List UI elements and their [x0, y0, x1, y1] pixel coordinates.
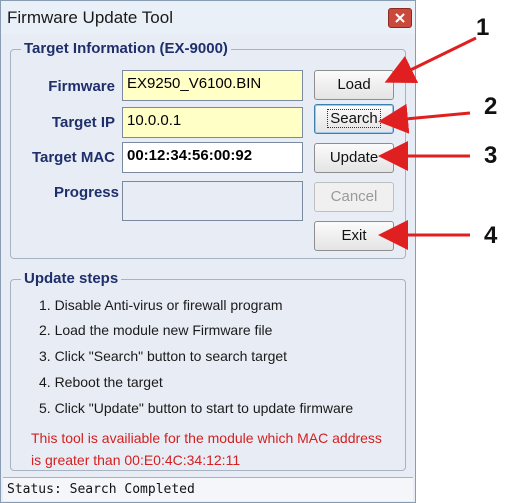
close-button[interactable] — [388, 8, 412, 28]
step-item: 1. Disable Anti-virus or firewall progra… — [39, 297, 283, 313]
mac-note-line2: is greater than 00:E0:4C:34:12:11 — [31, 452, 241, 468]
update-steps-legend: Update steps — [21, 270, 122, 287]
cancel-button-label: Cancel — [330, 188, 378, 205]
step-item: 2. Load the module new Firmware file — [39, 322, 273, 338]
target-mac-field[interactable]: 00:12:34:56:00:92 — [122, 142, 303, 173]
target-mac-label: Target MAC — [31, 149, 115, 166]
exit-button[interactable]: Exit — [314, 221, 394, 251]
target-ip-field[interactable]: 10.0.0.1 — [122, 107, 303, 138]
callout-number: 4 — [484, 222, 498, 249]
mac-note-line1: This tool is availiable for the module w… — [31, 430, 382, 446]
search-button[interactable]: Search — [314, 104, 394, 134]
search-button-label: Search — [327, 109, 381, 128]
progress-label: Progress — [53, 184, 119, 201]
step-item: 4. Reboot the target — [39, 374, 163, 390]
firmware-field[interactable]: EX9250_V6100.BIN — [122, 70, 303, 101]
cancel-button[interactable]: Cancel — [314, 182, 394, 212]
firmware-label: Firmware — [48, 78, 115, 95]
callout-number: 2 — [484, 93, 498, 120]
status-bar: Status: Search Completed — [3, 477, 413, 501]
exit-button-label: Exit — [341, 227, 367, 244]
firmware-update-window: Firmware Update Tool Target Information … — [0, 0, 416, 503]
load-button[interactable]: Load — [314, 70, 394, 100]
target-ip-label: Target IP — [51, 114, 115, 131]
load-button-label: Load — [337, 76, 371, 93]
callout-number: 3 — [484, 142, 498, 169]
step-item: 3. Click "Search" button to search targe… — [39, 348, 288, 364]
update-button[interactable]: Update — [314, 143, 394, 173]
progress-bar — [122, 181, 303, 221]
status-text: Status: Search Completed — [7, 482, 195, 497]
callout-number: 1 — [476, 14, 490, 41]
title-bar: Firmware Update Tool — [1, 1, 415, 34]
window-title: Firmware Update Tool — [7, 8, 173, 27]
close-icon — [395, 13, 405, 23]
step-item: 5. Click "Update" button to start to upd… — [39, 400, 354, 416]
target-info-legend: Target Information (EX-9000) — [21, 40, 231, 57]
update-button-label: Update — [329, 149, 379, 166]
